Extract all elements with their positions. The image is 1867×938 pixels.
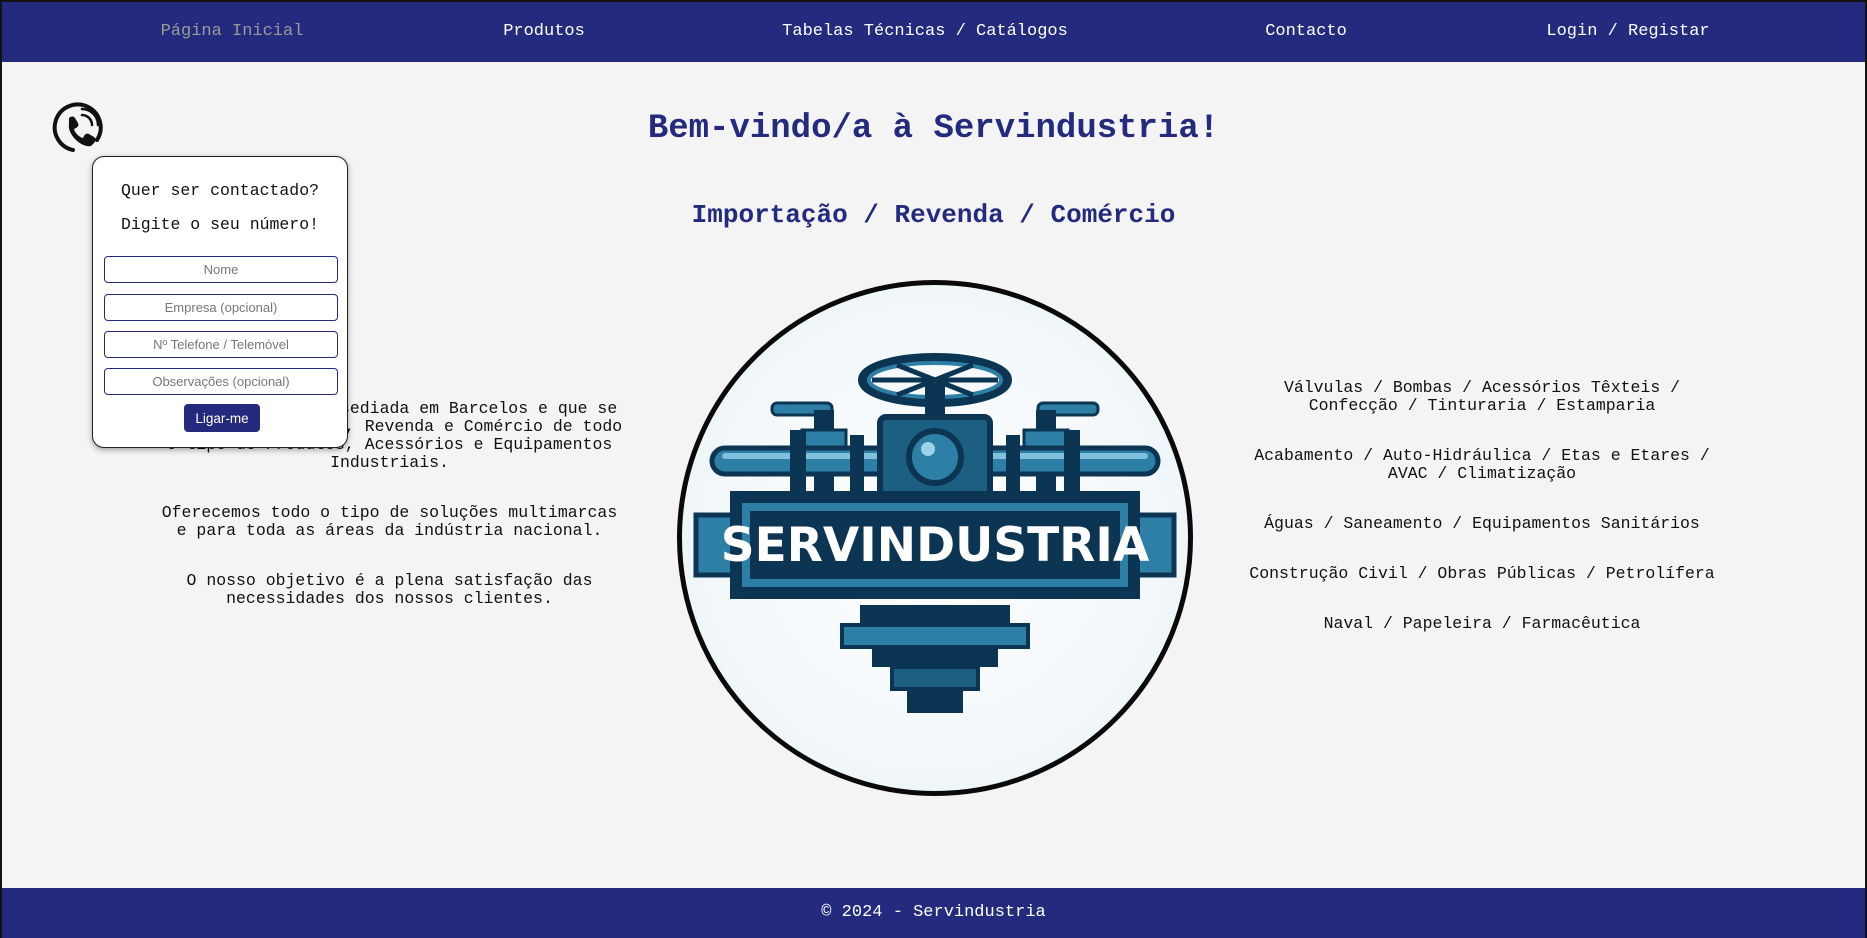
popup-instruction: Digite o seu número! [120, 215, 320, 234]
industry-item: Acabamento / Auto-Hidráulica / Etas e Et… [1254, 446, 1710, 483]
notes-input[interactable] [104, 368, 338, 395]
contact-request-popup: Quer ser contactado? Digite o seu número… [92, 156, 348, 448]
top-navbar: Página Inicial Produtos Tabelas Técnicas… [2, 2, 1865, 62]
logo-text: SERVINDUSTRIA [721, 518, 1150, 573]
company-input[interactable] [104, 294, 338, 321]
industry-item: Válvulas / Bombas / Acessórios Têxteis /… [1283, 378, 1681, 415]
popup-question: Quer ser contactado? [120, 181, 320, 200]
call-me-button[interactable]: Ligar-me [184, 404, 260, 432]
nav-login-link[interactable]: Login / Registar [1546, 2, 1709, 62]
company-logo: SERVINDUSTRIA [677, 280, 1193, 796]
nav-home-link[interactable]: Página Inicial [161, 2, 304, 62]
nav-contact-link[interactable]: Contacto [1265, 2, 1347, 62]
page-title: Bem-vindo/a à Servindustria! [647, 110, 1220, 148]
name-input[interactable] [104, 256, 338, 283]
industry-item: Construção Civil / Obras Públicas / Petr… [1249, 564, 1715, 583]
valve-logo-graphic: SERVINDUSTRIA [693, 353, 1177, 713]
industries-list: Válvulas / Bombas / Acessórios Têxteis /… [1242, 379, 1722, 665]
nav-products-link[interactable]: Produtos [503, 2, 585, 62]
about-paragraph: O nosso objetivo é a plena satisfação da… [186, 571, 593, 608]
industry-item: Águas / Saneamento / Equipamentos Sanitá… [1264, 514, 1700, 533]
footer: © 2024 - Servindustria [2, 888, 1865, 938]
nav-catalogs-link[interactable]: Tabelas Técnicas / Catálogos [782, 2, 1068, 62]
footer-copyright: © 2024 - Servindustria [821, 903, 1046, 922]
about-paragraph: Oferecemos todo o tipo de soluções multi… [161, 503, 618, 540]
phone-icon[interactable] [51, 102, 106, 157]
industry-item: Naval / Papeleira / Farmacêutica [1323, 614, 1641, 633]
phone-input[interactable] [104, 331, 338, 358]
